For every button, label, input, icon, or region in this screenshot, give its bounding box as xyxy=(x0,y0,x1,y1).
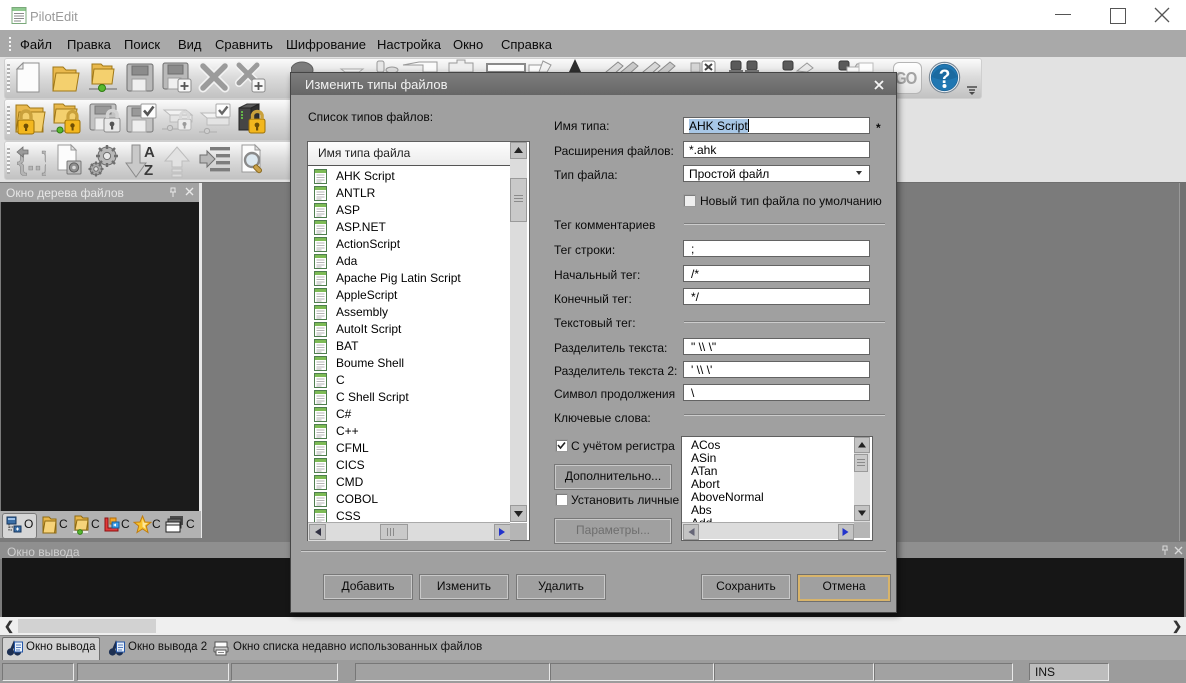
svg-text:Z: Z xyxy=(144,162,153,179)
svg-text:A: A xyxy=(144,144,155,161)
